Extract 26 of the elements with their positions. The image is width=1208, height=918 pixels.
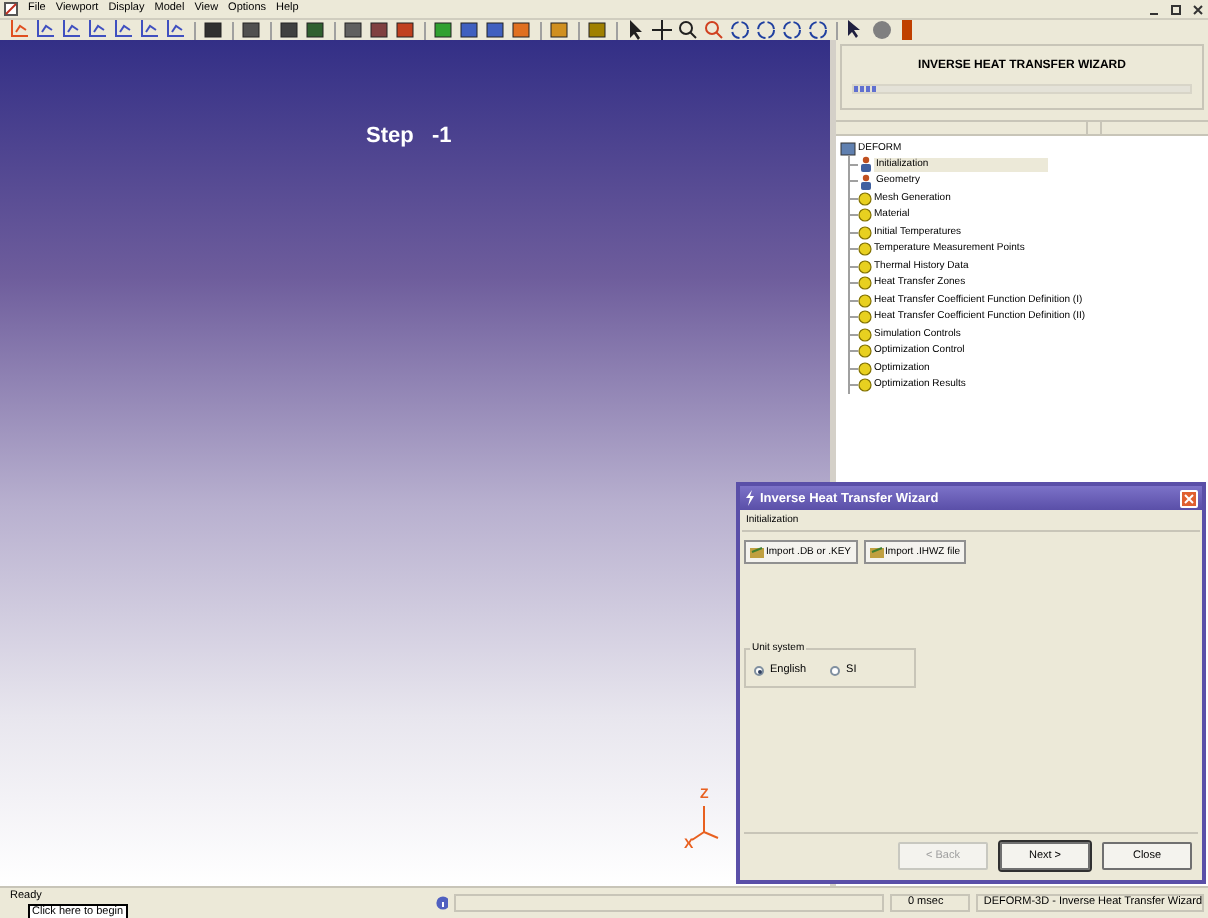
zoom-icon[interactable] xyxy=(702,18,726,42)
radio-button[interactable] xyxy=(754,666,764,676)
lightning-icon xyxy=(744,490,756,506)
move-icon[interactable] xyxy=(650,18,674,42)
graph-icon[interactable] xyxy=(60,18,84,42)
graph-icon[interactable] xyxy=(164,18,188,42)
rotate-icon[interactable] xyxy=(728,18,752,42)
close-icon[interactable] xyxy=(1192,3,1204,15)
graph-icon[interactable] xyxy=(138,18,162,42)
model-icon xyxy=(840,142,856,156)
rotate-icon[interactable] xyxy=(780,18,804,42)
radio-button[interactable] xyxy=(830,666,841,676)
rotate-icon[interactable] xyxy=(754,18,778,42)
app-icon[interactable] xyxy=(4,2,18,16)
info-icon xyxy=(435,896,449,910)
pointer-icon[interactable] xyxy=(624,18,648,42)
close-icon xyxy=(1184,493,1194,503)
graph-icon[interactable] xyxy=(34,18,58,42)
graph-icon[interactable] xyxy=(86,18,110,42)
step-label: Step -1 xyxy=(366,124,452,148)
close-button[interactable] xyxy=(1180,489,1198,507)
rotate-icon[interactable] xyxy=(806,18,830,42)
axis-icon[interactable] xyxy=(8,18,32,42)
graph-icon[interactable] xyxy=(112,18,136,42)
restore-icon[interactable] xyxy=(1170,3,1182,15)
zoom-icon[interactable] xyxy=(676,18,700,42)
